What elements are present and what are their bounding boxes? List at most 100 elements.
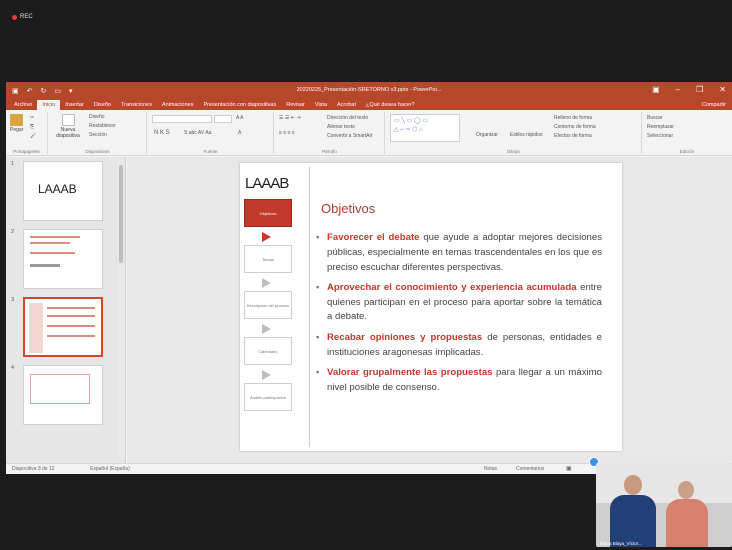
flow-arrow-icon (262, 232, 271, 242)
laaab-logo: LAAAB (245, 175, 289, 192)
webcam-video: María Blaya_Víctor... (596, 463, 732, 547)
align-icons[interactable]: ≡ ≡ ≡ ≡ (279, 130, 295, 136)
recording-indicator: REC (12, 14, 33, 20)
normal-view-icon[interactable]: ▣ (566, 465, 572, 472)
flow-step-objetivos: Objetivos (244, 199, 292, 227)
bullet-item: ▪ Favorecer el debate que ayude a adoptar… (316, 232, 603, 273)
bullet-list[interactable]: ▪ Favorecer el debate que ayude a adoptar… (316, 231, 602, 401)
font-grow-icon[interactable]: A A (236, 115, 244, 121)
tab-archivo[interactable]: Archivo (9, 102, 37, 110)
notes-button[interactable]: Notas (484, 466, 497, 472)
format-painter-icon[interactable]: 🖌 (30, 133, 36, 139)
tab-revisar[interactable]: Revisar (281, 102, 310, 110)
window-title: 20220225_Presentación-SRETORNO v3.pptx -… (296, 87, 442, 93)
new-slide-button[interactable]: Nueva diapositiva (53, 114, 83, 139)
person-body (610, 495, 656, 547)
text-direction-button[interactable]: Dirección del texto (327, 115, 368, 121)
tab-inicio[interactable]: Inicio (37, 100, 61, 110)
slide-thumbnail-2[interactable] (23, 229, 103, 289)
shapes-gallery[interactable]: ▭ ╲ ▭ ◯ ▭ △ ⌐ ⇨ ⬡ ⌂ (390, 114, 460, 142)
slide-divider (309, 167, 310, 447)
screen: REC ▣ ↶ ↻ ▭ ▾ 20220225_Presentación-SRET… (0, 0, 732, 550)
flow-step-descripcion: Descripción del proceso (244, 291, 292, 319)
record-dot-icon (12, 14, 17, 20)
slide-title[interactable]: Objetivos (321, 201, 375, 216)
reset-button[interactable]: Restablecer (89, 123, 116, 129)
shape-effects-button[interactable]: Efectos de forma (554, 133, 592, 139)
person-head (678, 481, 694, 499)
shape-outline-button[interactable]: Contorno de forma (554, 124, 596, 130)
shapes-icon: ▭ ╲ ▭ ◯ ▭ (394, 118, 429, 124)
slide-thumbnail-4[interactable] (23, 365, 103, 425)
flow-arrow-icon (262, 324, 271, 334)
maximize-button[interactable]: ❐ (696, 85, 703, 94)
share-button[interactable]: Compartir (696, 102, 732, 110)
slide-canvas: LAAAB Objetivos Temas Descripción del pr… (127, 157, 732, 463)
strikethrough-icon[interactable]: S abc AV Aa (184, 130, 211, 136)
copy-icon[interactable]: ⎘ (30, 124, 34, 130)
cut-icon[interactable]: ✂ (30, 115, 34, 121)
clipboard-icon (10, 114, 24, 126)
ribbon-display-icon[interactable]: ▣ (652, 85, 660, 94)
powerpoint-window: ▣ ↶ ↻ ▭ ▾ 20220225_Presentación-SRETORNO… (6, 82, 732, 474)
group-drawing: ▭ ╲ ▭ ◯ ▭ △ ⌐ ⇨ ⬡ ⌂ Organizar Estilos rá… (386, 112, 642, 154)
font-name-dropdown[interactable] (152, 115, 212, 123)
minimize-button[interactable]: – (676, 85, 680, 94)
webcam-caption: María Blaya_Víctor... (600, 541, 642, 546)
align-text-button[interactable]: Alinear texto (327, 124, 355, 130)
comments-button[interactable]: Comentarios (516, 466, 544, 472)
shapes-row2-icon: △ ⌐ ⇨ ⬡ ⌂ (394, 127, 423, 133)
tell-me-search[interactable]: ¿Qué desea hacer? (361, 102, 420, 110)
replace-button[interactable]: Reemplazar (647, 124, 674, 130)
bullet-item: ▪ Recabar opiniones y propuestas de perso… (316, 331, 602, 358)
shape-fill-button[interactable]: Relleno de forma (554, 115, 592, 121)
flow-step-calendario: Calendario (244, 337, 292, 365)
title-bar: ▣ ↶ ↻ ▭ ▾ 20220225_Presentación-SRETORNO… (6, 82, 732, 99)
thumbnail-number: 4 (11, 365, 15, 371)
tab-acrobat[interactable]: Acrobat (332, 102, 361, 110)
flow-step-ambito: Ámbito participación (244, 383, 292, 411)
thumbnails-scrollbar[interactable] (118, 159, 124, 459)
flow-arrow-icon (262, 370, 271, 380)
font-color-icon[interactable]: A (238, 130, 241, 136)
slide-counter: Diapositiva 3 de 12 (12, 466, 55, 472)
group-font: A A N K S S abc AV Aa A Fuente (148, 112, 274, 154)
arrange-button[interactable]: Organizar (476, 132, 498, 138)
quick-styles-button[interactable]: Estilos rápidos (510, 132, 543, 138)
select-button[interactable]: Seleccionar (647, 133, 673, 139)
tab-presentacion[interactable]: Presentación con diapositivas (198, 102, 281, 110)
person-body (666, 499, 708, 547)
thumbnail-number: 3 (11, 297, 15, 303)
language-indicator[interactable]: Español (España) (90, 466, 130, 472)
slide-thumbnail-3[interactable] (23, 297, 103, 357)
paste-button[interactable]: Pegar (10, 114, 23, 133)
bullets-icon[interactable]: ☰ ☰ ⇤ ⇥ (279, 115, 301, 121)
font-format-buttons[interactable]: N K S (154, 130, 170, 136)
section-button[interactable]: Sección (89, 132, 107, 138)
tab-vista[interactable]: Vista (310, 102, 332, 110)
tab-transiciones[interactable]: Transiciones (116, 102, 157, 110)
ribbon-tabs: Archivo Inicio Insertar Diseño Transicio… (6, 99, 732, 110)
recording-label: REC (20, 14, 33, 20)
find-button[interactable]: Buscar (647, 115, 663, 121)
thumbnail-number: 1 (11, 161, 15, 167)
close-button[interactable]: ✕ (719, 85, 726, 94)
group-paragraph: ☰ ☰ ⇤ ⇥ ≡ ≡ ≡ ≡ Dirección del texto Alin… (275, 112, 385, 154)
flow-arrow-icon (262, 278, 271, 288)
ribbon: Pegar ✂ ⎘ 🖌 Portapapeles Nueva diapositi… (6, 110, 732, 156)
smartart-button[interactable]: Convertir a SmartArt (327, 133, 373, 139)
slide: LAAAB Objetivos Temas Descripción del pr… (240, 163, 622, 451)
slide-thumbnail-1[interactable]: LAAAB (23, 161, 103, 221)
font-size-dropdown[interactable] (214, 115, 232, 123)
bullet-item: ▪ Valorar grupalmente las propuestas para… (316, 366, 602, 393)
logo-mini: LAAAB (38, 182, 77, 196)
new-slide-icon (61, 114, 75, 126)
layout-button[interactable]: Diseño (89, 114, 105, 120)
group-slides: Nueva diapositiva Diseño Restablecer Sec… (49, 112, 147, 154)
person-head (624, 475, 642, 495)
group-clipboard: Pegar ✂ ⎘ 🖌 Portapapeles (6, 112, 48, 154)
tab-insertar[interactable]: Insertar (60, 102, 89, 110)
thumbnail-number: 2 (11, 229, 15, 235)
tab-animaciones[interactable]: Animaciones (157, 102, 199, 110)
tab-diseno[interactable]: Diseño (89, 102, 116, 110)
